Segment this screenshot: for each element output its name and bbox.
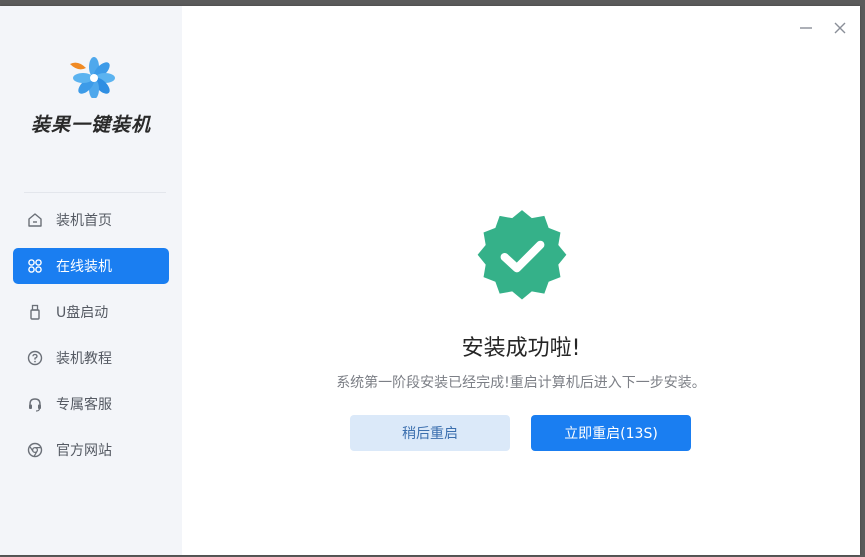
browser-icon [26, 441, 44, 459]
brand-name: 装果一键装机 [30, 114, 151, 136]
sidebar-divider [24, 192, 166, 193]
success-title: 安装成功啦! [461, 336, 581, 361]
main-content: 安装成功啦! 系统第一阶段安装已经完成!重启计算机后进入下一步安装。 稍后重启 … [182, 6, 860, 555]
restart-now-button[interactable]: 立即重启(13S) [531, 415, 691, 451]
restart-later-button[interactable]: 稍后重启 [350, 415, 510, 451]
success-message: 系统第一阶段安装已经完成!重启计算机后进入下一步安装。 [336, 375, 706, 391]
sidebar-item-label: 专属客服 [56, 397, 112, 413]
sidebar-item-website[interactable]: 官方网站 [13, 432, 169, 468]
sidebar-item-label: U盘启动 [56, 305, 109, 321]
home-icon [26, 211, 44, 229]
sidebar-item-home[interactable]: 装机首页 [13, 202, 169, 238]
sidebar: 装果一键装机 装机首页 在线装机 U盘启动 装机教程 专属客服 官方网站 [0, 6, 182, 555]
sidebar-item-label: 装机教程 [56, 351, 112, 367]
online-install-icon [26, 257, 44, 275]
sidebar-item-online-install[interactable]: 在线装机 [13, 248, 169, 284]
sidebar-item-usb-boot[interactable]: U盘启动 [13, 294, 169, 330]
sidebar-item-support[interactable]: 专属客服 [13, 386, 169, 422]
help-icon [26, 349, 44, 367]
headset-icon [26, 395, 44, 413]
sidebar-item-label: 官方网站 [56, 443, 112, 459]
sidebar-item-tutorial[interactable]: 装机教程 [13, 340, 169, 376]
app-logo-icon [70, 57, 115, 98]
sidebar-item-label: 装机首页 [56, 213, 112, 229]
check-badge-icon [477, 210, 567, 300]
installer-window: 装果一键装机 装机首页 在线装机 U盘启动 装机教程 专属客服 官方网站 安装成… [0, 6, 860, 555]
usb-icon [26, 303, 44, 321]
sidebar-item-label: 在线装机 [56, 259, 112, 275]
